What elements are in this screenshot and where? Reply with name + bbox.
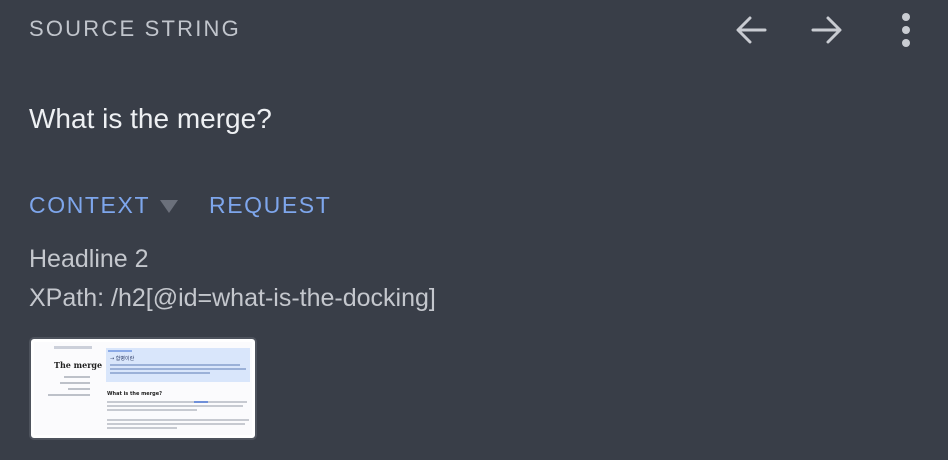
preview-body-line <box>107 427 177 429</box>
preview-body-line <box>107 405 243 407</box>
more-vertical-icon <box>902 13 910 47</box>
preview-hero-line <box>110 364 240 366</box>
preview-body-line <box>107 409 197 411</box>
preview-hero-line <box>110 368 246 370</box>
previous-string-button[interactable] <box>729 10 773 50</box>
arrow-right-icon <box>811 16 842 44</box>
context-screenshot-thumbnail[interactable]: The merge → 합병이란 What is the merge? <box>29 337 257 440</box>
preview-section-heading: What is the merge? <box>107 391 163 397</box>
preview-hero-line <box>110 372 210 374</box>
preview-hero-label <box>108 350 132 352</box>
context-xpath: XPath: /h2[@id=what-is-the-docking] <box>29 284 436 312</box>
tab-context[interactable]: CONTEXT <box>29 192 150 219</box>
preview-sidebar-title: The merge <box>54 360 103 370</box>
panel-title: SOURCE STRING <box>29 16 241 41</box>
preview-nav-line <box>68 388 90 390</box>
preview-nav-line <box>60 382 90 384</box>
source-string-panel: SOURCE STRING What is the merge? CONTEXT… <box>0 0 948 460</box>
context-element-type: Headline 2 <box>29 245 149 273</box>
preview-body-line <box>107 401 247 403</box>
next-string-button[interactable] <box>805 10 849 50</box>
preview-nav-line <box>64 376 90 378</box>
preview-hero-title: → 합병이란 <box>110 356 135 362</box>
screenshot-preview: The merge → 합병이란 What is the merge? <box>34 342 252 435</box>
source-string-text: What is the merge? <box>29 103 272 134</box>
tab-request[interactable]: REQUEST <box>209 192 331 219</box>
preview-link-line <box>194 401 208 403</box>
preview-body-line <box>107 423 245 425</box>
caret-down-icon[interactable] <box>160 200 178 213</box>
preview-body-line <box>107 419 249 421</box>
more-options-button[interactable] <box>884 10 928 50</box>
arrow-left-icon <box>736 16 767 44</box>
preview-logo-bar <box>54 346 92 349</box>
preview-nav-line <box>48 394 90 396</box>
